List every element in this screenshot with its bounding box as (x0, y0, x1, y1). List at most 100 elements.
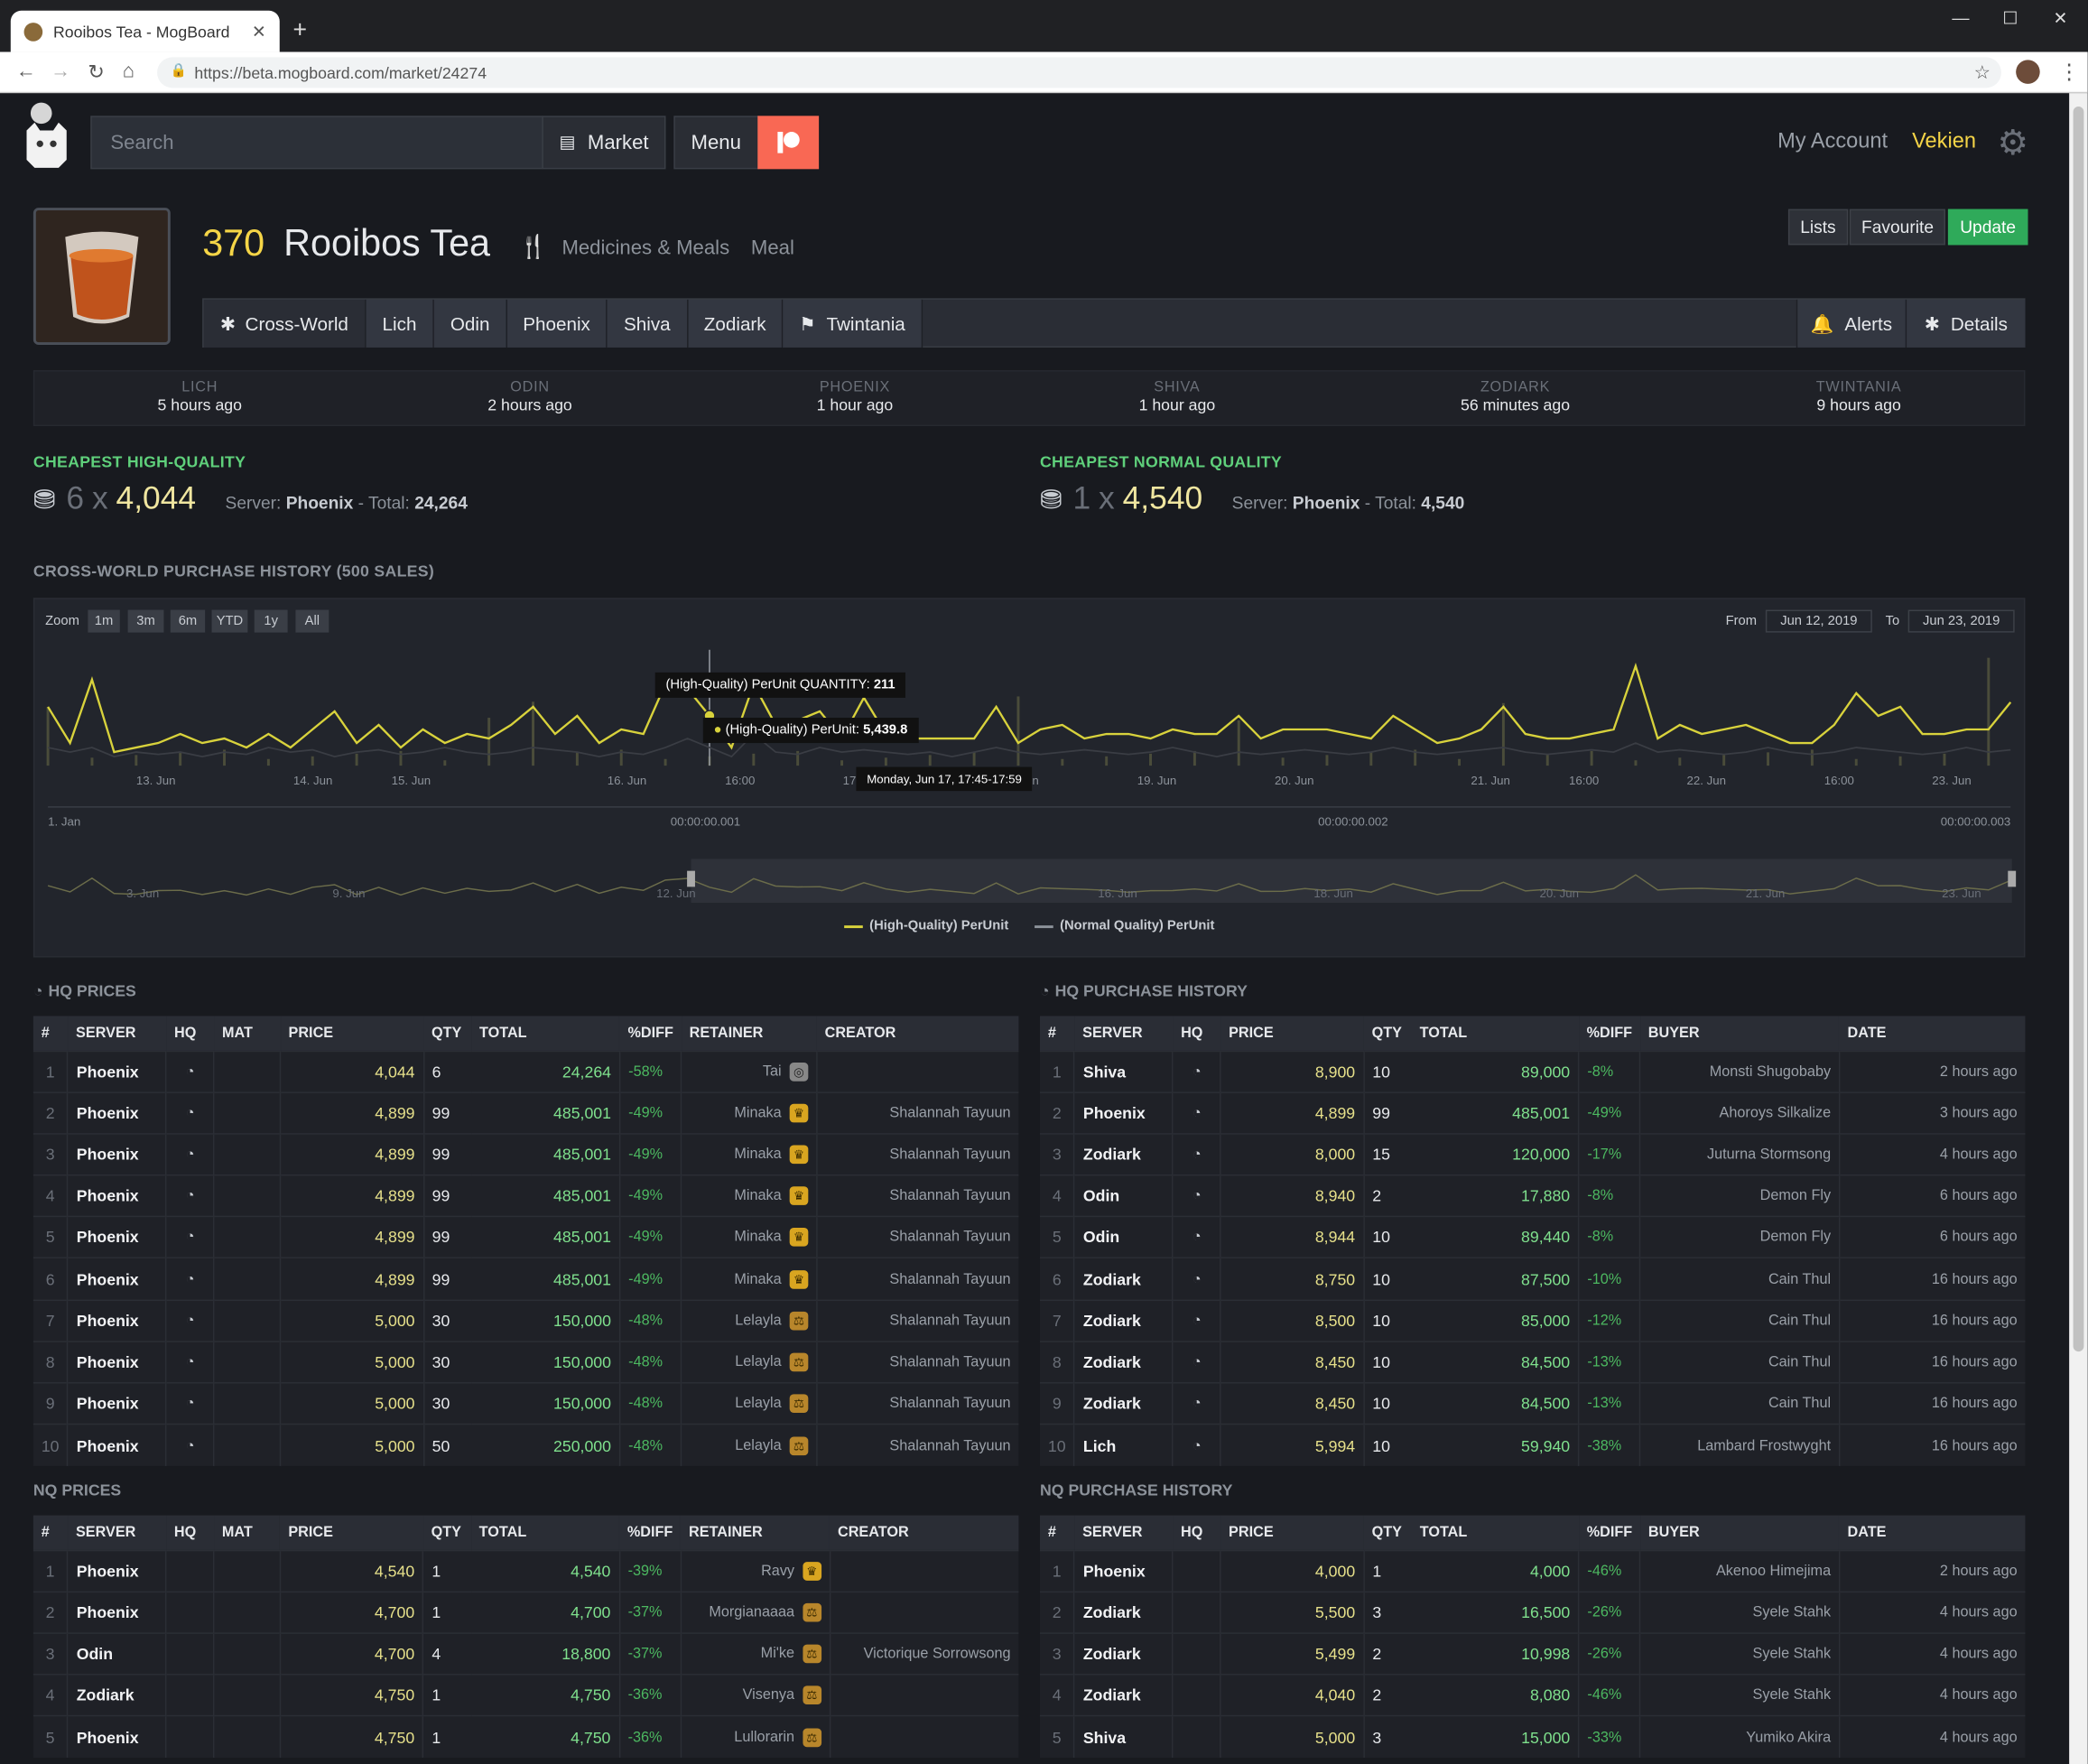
retainer-cell: Lelayla ⚖ (681, 1382, 817, 1425)
close-tab-icon[interactable]: ✕ (252, 21, 266, 42)
table-row[interactable]: 1 Phoenix ◔ 4,044 6 24,264 -58% Tai ◎ (32, 1050, 1019, 1092)
column-header: SERVER (68, 1016, 167, 1051)
creator-cell: Shalannah Tayuun (816, 1133, 1019, 1175)
tab-twintania[interactable]: ⚑ Twintania (783, 299, 923, 348)
table-row[interactable]: 7 Zodiark ◔ 8,500 10 85,000 -12% Cain Thul 16 ho… (1039, 1299, 2026, 1342)
table-row[interactable]: 2 Phoenix ◔ 4,899 99 485,001 -49% Ahoroys Silka… (1039, 1091, 2026, 1134)
row-number: 5 (1039, 1715, 1075, 1758)
world-tabs: ✱ Cross-World Lich Odin Phoenix Shiva Zo… (202, 298, 2026, 348)
table-row[interactable]: 9 Zodiark ◔ 8,450 10 84,500 -13% Cain Thul 16 ho… (1039, 1382, 2026, 1425)
table-row[interactable]: 2 Phoenix 4,700 1 4,700 -37% Morgianaaaa ⚖ (32, 1591, 1019, 1633)
table-row[interactable]: 1 Phoenix 4,000 1 4,000 -46% Akenoo Himejima 2 … (1039, 1549, 2026, 1592)
home-icon[interactable]: ⌂ (123, 60, 135, 82)
table-row[interactable]: 8 Phoenix ◔ 5,000 30 150,000 -48% Lelayla ⚖ Shala… (32, 1341, 1019, 1383)
close-window-icon[interactable]: ✕ (2053, 8, 2067, 30)
page-scrollbar[interactable] (2069, 93, 2088, 1764)
tab-lich[interactable]: Lich (366, 299, 434, 348)
table-row[interactable]: 3 Odin 4,700 4 18,800 -37% Mi'ke ⚖ Victorique So… (32, 1632, 1019, 1675)
table-row[interactable]: 4 Zodiark 4,750 1 4,750 -36% Visenya ⚖ (32, 1674, 1019, 1716)
bookmark-star-icon[interactable]: ☆ (1974, 61, 1991, 84)
lists-button[interactable]: Lists (1787, 209, 1848, 246)
tab-shiva[interactable]: Shiva (607, 299, 689, 348)
favourite-button[interactable]: Favourite (1849, 209, 1946, 246)
table-row[interactable]: 1 Phoenix 4,540 1 4,540 -39% Ravy ♛ (32, 1549, 1019, 1592)
tab-odin[interactable]: Odin (433, 299, 507, 348)
cheapest-hq-qty: 6 (66, 480, 85, 517)
maximize-icon[interactable]: ☐ (2002, 8, 2018, 30)
browser-menu-icon[interactable]: ⋮ (2058, 59, 2080, 86)
username-link[interactable]: Vekien (1912, 131, 1976, 155)
profile-avatar[interactable] (2016, 60, 2040, 84)
retainer-name: Tai (762, 1063, 782, 1080)
tab-cross-world[interactable]: ✱ Cross-World (203, 299, 367, 348)
table-row[interactable]: 7 Phoenix ◔ 5,000 30 150,000 -48% Lelayla ⚖ Shala… (32, 1299, 1019, 1342)
patreon-button[interactable] (757, 116, 820, 170)
table-row[interactable]: 5 Phoenix 4,750 1 4,750 -36% Lullorarin ⚖ (32, 1715, 1019, 1758)
table-row[interactable]: 10 Phoenix ◔ 5,000 50 250,000 -48% Lelayla ⚖ Shal… (32, 1424, 1019, 1466)
table-row[interactable]: 8 Zodiark ◔ 8,450 10 84,500 -13% Cain Thul 16 ho… (1039, 1341, 2026, 1383)
creator-cell (829, 1591, 1019, 1633)
url-field[interactable]: 🔒 https://beta.mogboard.com/market/24274… (157, 57, 2001, 88)
tab-phoenix[interactable]: Phoenix (506, 299, 608, 348)
table-row[interactable]: 4 Zodiark 4,040 2 8,080 -46% Syele Stahk 4 hour… (1039, 1674, 2026, 1716)
new-tab-button[interactable]: + (293, 16, 308, 44)
buyer-cell: Yumiko Akira (1639, 1715, 1840, 1758)
item-type[interactable]: Meal (751, 237, 794, 260)
world-update-times: LICH 5 hours ago ODIN 2 hours ago PHOENIX 1… (32, 370, 2026, 426)
back-icon[interactable]: ← (16, 60, 36, 82)
table-row[interactable]: 3 Phoenix ◔ 4,899 99 485,001 -49% Minaka ♛ Shalan… (32, 1133, 1019, 1175)
forward-icon[interactable]: → (51, 60, 70, 82)
retainer-city-icon: ♛ (789, 1186, 809, 1206)
navigator-right-handle[interactable] (2008, 870, 2017, 887)
alerts-button[interactable]: 🔔 Alerts (1796, 299, 1907, 348)
search-input[interactable]: Search (90, 116, 543, 170)
retainer-cell: Lelayla ⚖ (681, 1299, 817, 1342)
navigator-left-handle[interactable] (687, 870, 695, 887)
row-number: 9 (1039, 1382, 1075, 1425)
legend-hq[interactable]: (High-Quality) PerUnit (844, 919, 1008, 933)
price-cell: 5,000 (279, 1299, 424, 1342)
table-row[interactable]: 3 Zodiark 5,499 2 10,998 -26% Syele Stahk 4 hou… (1039, 1632, 2026, 1675)
table-row[interactable]: 5 Shiva 5,000 3 15,000 -33% Yumiko Akira 4 hour… (1039, 1715, 2026, 1758)
table-row[interactable]: 4 Phoenix ◔ 4,899 99 485,001 -49% Minaka ♛ Shalan… (32, 1174, 1019, 1217)
reload-icon[interactable]: ↻ (88, 60, 105, 84)
scrollbar-thumb[interactable] (2073, 107, 2084, 1352)
table-row[interactable]: 10 Lich ◔ 5,994 10 59,940 -38% Lambard Frostwyg… (1039, 1424, 2026, 1466)
table-row[interactable]: 4 Odin ◔ 8,940 2 17,880 -8% Demon Fly 6 hours ag… (1039, 1174, 2026, 1217)
server-cell: Phoenix (67, 1341, 167, 1383)
details-button[interactable]: ✱ Details (1907, 299, 2026, 348)
table-row[interactable]: 6 Zodiark ◔ 8,750 10 87,500 -10% Cain Thul 16 ho… (1039, 1258, 2026, 1300)
mogboard-logo[interactable] (22, 101, 72, 171)
buyer-cell: Demon Fly (1639, 1216, 1840, 1258)
server-cell: Zodiark (1073, 1299, 1174, 1342)
item-category[interactable]: Medicines & Meals (561, 237, 729, 260)
row-number: 5 (1039, 1216, 1075, 1258)
browser-tab[interactable]: Rooibos Tea - MogBoard ✕ (10, 10, 280, 52)
market-button[interactable]: ▤ Market (542, 116, 666, 170)
qty-cell: 99 (422, 1258, 472, 1300)
minimize-icon[interactable]: — (1952, 8, 1969, 28)
nav-axis-label: 00:00:00.001 (671, 815, 740, 829)
table-row[interactable]: 2 Phoenix ◔ 4,899 99 485,001 -49% Minaka ♛ Shalan… (32, 1091, 1019, 1134)
my-account-link[interactable]: My Account (1777, 131, 1888, 155)
price-cell: 5,994 (1220, 1424, 1364, 1466)
price-history-chart[interactable]: Zoom 1m 3m 6m YTD 1y All From Jun 12, 20… (32, 598, 2026, 958)
update-button[interactable]: Update (1947, 209, 2028, 246)
date-cell: 4 hours ago (1838, 1715, 2026, 1758)
table-row[interactable]: 5 Odin ◔ 8,944 10 89,440 -8% Demon Fly 6 hours a… (1039, 1216, 2026, 1258)
table-row[interactable]: 1 Shiva ◔ 8,900 10 89,000 -8% Monsti Shugobaby 2… (1039, 1050, 2026, 1092)
tab-zodiark[interactable]: Zodiark (688, 299, 784, 348)
table-row[interactable]: 6 Phoenix ◔ 4,899 99 485,001 -49% Minaka ♛ Shalan… (32, 1258, 1019, 1300)
table-row[interactable]: 2 Zodiark 5,500 3 16,500 -26% Syele Stahk 4 hou… (1039, 1591, 2026, 1633)
materia-cell (213, 1382, 281, 1425)
shop-icon: ▤ (559, 132, 576, 153)
legend-hq-swatch (844, 924, 863, 928)
table-row[interactable]: 9 Phoenix ◔ 5,000 30 150,000 -48% Lelayla ⚖ Shala… (32, 1382, 1019, 1425)
menu-button[interactable]: Menu (673, 116, 759, 170)
table-row[interactable]: 5 Phoenix ◔ 4,899 99 485,001 -49% Minaka ♛ Shalan… (32, 1216, 1019, 1258)
legend-nq[interactable]: (Normal Quality) PerUnit (1035, 919, 1214, 933)
settings-gear-icon[interactable]: ⚙ (1998, 123, 2028, 164)
table-row[interactable]: 3 Zodiark ◔ 8,000 15 120,000 -17% Juturna Storm… (1039, 1133, 2026, 1175)
diff-cell: -36% (618, 1715, 682, 1758)
materia-cell (213, 1299, 281, 1342)
